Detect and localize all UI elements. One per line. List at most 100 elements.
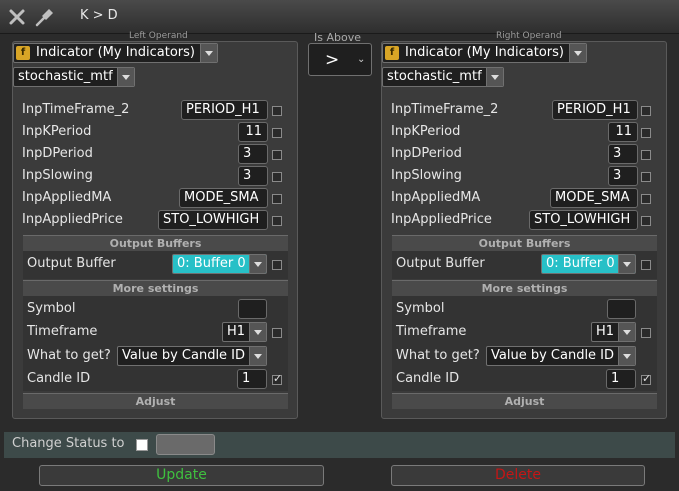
candle-id-label: Candle ID xyxy=(27,371,91,386)
param-input[interactable]: STO_LOWHIGH xyxy=(529,210,638,230)
left-indicator-dropdown[interactable]: stochastic_mtf xyxy=(13,67,135,87)
timeframe-dropdown[interactable]: H1 xyxy=(591,322,636,342)
left-operand-caption: Left Operand xyxy=(129,31,188,41)
param-label: InpDPeriod xyxy=(391,146,462,161)
change-status-input[interactable] xyxy=(156,434,215,455)
param-label: InpAppliedMA xyxy=(391,190,481,205)
param-checkbox[interactable] xyxy=(272,128,282,138)
param-input[interactable]: MODE_SMA xyxy=(179,188,268,208)
symbol-label: Symbol xyxy=(396,301,445,316)
update-button[interactable]: Update xyxy=(39,465,324,486)
operator-dropdown[interactable]: > ⌄ xyxy=(308,43,372,76)
more-settings-header: More settings xyxy=(23,280,288,296)
change-status-bar: Change Status to xyxy=(4,432,675,458)
output-buffer-dropdown[interactable]: 0: Buffer 0 xyxy=(541,254,636,274)
change-status-checkbox[interactable] xyxy=(136,439,148,451)
param-checkbox[interactable] xyxy=(641,128,651,138)
param-label: InpTimeFrame_2 xyxy=(22,102,130,117)
param-checkbox[interactable] xyxy=(272,150,282,160)
param-label: InpKPeriod xyxy=(391,124,461,139)
candle-id-checkbox[interactable] xyxy=(272,372,282,385)
chevron-down-icon xyxy=(618,323,635,341)
chevron-down-icon: ⌄ xyxy=(357,54,366,65)
symbol-input[interactable] xyxy=(607,299,636,319)
timeframe-checkbox[interactable] xyxy=(641,328,651,338)
change-status-label: Change Status to xyxy=(12,436,125,451)
delete-button[interactable]: Delete xyxy=(391,465,645,486)
what-to-get-dropdown[interactable]: Value by Candle ID xyxy=(117,346,267,366)
indicator-icon: f xyxy=(385,46,399,60)
more-settings-section: Symbol Timeframe H1 What to get? Value b… xyxy=(392,296,657,391)
chevron-down-icon xyxy=(486,68,503,86)
left-source-dropdown[interactable]: f Indicator (My Indicators) xyxy=(13,43,218,63)
symbol-input[interactable] xyxy=(238,299,267,319)
title-bar: K > D xyxy=(0,0,679,34)
param-label: InpSlowing xyxy=(391,168,462,183)
param-input[interactable]: 3 xyxy=(238,166,268,186)
chevron-down-icon xyxy=(249,323,266,341)
chevron-down-icon xyxy=(249,255,266,273)
param-input[interactable]: 3 xyxy=(608,144,638,164)
param-label: InpSlowing xyxy=(22,168,93,183)
what-to-get-label: What to get? xyxy=(27,348,111,363)
right-indicator-dropdown[interactable]: stochastic_mtf xyxy=(382,67,504,87)
candle-id-input[interactable]: 1 xyxy=(606,369,636,389)
what-to-get-dropdown[interactable]: Value by Candle ID xyxy=(486,346,636,366)
symbol-label: Symbol xyxy=(27,301,76,316)
param-input[interactable]: MODE_SMA xyxy=(550,188,638,208)
close-icon[interactable] xyxy=(6,6,28,28)
candle-id-checkbox[interactable] xyxy=(641,372,651,385)
param-checkbox[interactable] xyxy=(641,216,651,226)
param-input[interactable]: 3 xyxy=(608,166,638,186)
output-buffer-dropdown[interactable]: 0: Buffer 0 xyxy=(172,254,267,274)
chevron-down-icon xyxy=(200,44,217,62)
output-buffer-checkbox[interactable] xyxy=(272,260,282,270)
timeframe-checkbox[interactable] xyxy=(272,328,282,338)
output-buffer-label: Output Buffer xyxy=(396,256,485,271)
param-input[interactable]: PERIOD_H1 xyxy=(181,100,268,120)
param-checkbox[interactable] xyxy=(272,106,282,116)
window-title: K > D xyxy=(80,8,118,23)
more-settings-section: Symbol Timeframe H1 What to get? Value b… xyxy=(23,296,288,391)
chevron-down-icon xyxy=(618,347,635,365)
output-buffers-header: Output Buffers xyxy=(23,235,288,251)
param-label: InpAppliedPrice xyxy=(391,212,492,227)
operator-symbol: > xyxy=(325,50,340,70)
output-buffers-section: Output Buffer 0: Buffer 0 xyxy=(392,251,657,279)
more-settings-header: More settings xyxy=(392,280,657,296)
param-input[interactable]: STO_LOWHIGH xyxy=(158,210,268,230)
pin-icon[interactable] xyxy=(34,6,56,28)
param-checkbox[interactable] xyxy=(272,172,282,182)
output-buffers-section: Output Buffer 0: Buffer 0 xyxy=(23,251,288,279)
param-label: InpKPeriod xyxy=(22,124,92,139)
param-input[interactable]: 3 xyxy=(238,144,268,164)
param-checkbox[interactable] xyxy=(641,106,651,116)
chevron-down-icon xyxy=(569,44,586,62)
right-source-dropdown[interactable]: f Indicator (My Indicators) xyxy=(382,43,587,63)
param-label: InpAppliedPrice xyxy=(22,212,123,227)
param-label: InpDPeriod xyxy=(22,146,93,161)
candle-id-label: Candle ID xyxy=(396,371,460,386)
candle-id-input[interactable]: 1 xyxy=(237,369,267,389)
param-checkbox[interactable] xyxy=(641,194,651,204)
adjust-button[interactable]: Adjust xyxy=(392,393,657,409)
param-input[interactable]: 11 xyxy=(238,122,268,142)
chevron-down-icon xyxy=(117,68,134,86)
right-operand-panel: f Indicator (My Indicators) stochastic_m… xyxy=(381,41,667,419)
chevron-down-icon xyxy=(249,347,266,365)
param-checkbox[interactable] xyxy=(641,172,651,182)
indicator-icon: f xyxy=(16,46,30,60)
timeframe-dropdown[interactable]: H1 xyxy=(222,322,267,342)
param-input[interactable]: PERIOD_H1 xyxy=(552,100,638,120)
param-checkbox[interactable] xyxy=(272,194,282,204)
param-checkbox[interactable] xyxy=(272,216,282,226)
param-label: InpTimeFrame_2 xyxy=(391,102,499,117)
chevron-down-icon xyxy=(618,255,635,273)
output-buffer-label: Output Buffer xyxy=(27,256,116,271)
right-operand-caption: Right Operand xyxy=(496,31,562,41)
param-input[interactable]: 11 xyxy=(608,122,638,142)
adjust-button[interactable]: Adjust xyxy=(23,393,288,409)
output-buffers-header: Output Buffers xyxy=(392,235,657,251)
param-checkbox[interactable] xyxy=(641,150,651,160)
output-buffer-checkbox[interactable] xyxy=(641,260,651,270)
